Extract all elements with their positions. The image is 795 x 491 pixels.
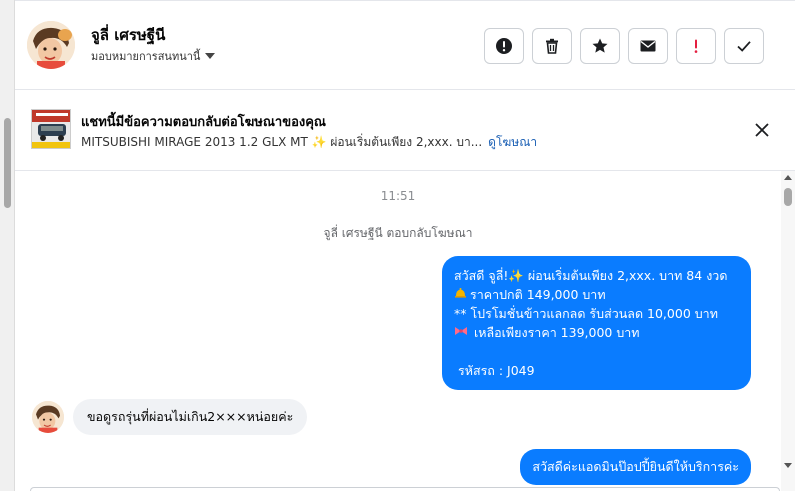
message-line-text: ราคาปกติ 149,000 บาท bbox=[470, 287, 606, 302]
exclamation-circle-icon bbox=[496, 38, 512, 54]
contact-avatar[interactable] bbox=[27, 21, 75, 69]
message-thread[interactable]: 11:51 จูลี่ เศรษฐีนี ตอบกลับโฆษณา สวัสดี… bbox=[15, 171, 781, 491]
message-line: สวัสดี จูลี่!✨ ผ่อนเริ่มต้นเพียง 2,xxx. … bbox=[454, 268, 728, 283]
envelope-icon bbox=[640, 40, 656, 52]
chat-scrollbar-thumb[interactable] bbox=[784, 188, 792, 206]
message-composer[interactable] bbox=[30, 487, 780, 491]
done-button[interactable] bbox=[484, 28, 524, 64]
left-scrollbar-thumb[interactable] bbox=[4, 118, 11, 208]
trash-icon bbox=[546, 38, 558, 54]
outgoing-message[interactable]: สวัสดี จูลี่!✨ ผ่อนเริ่มต้นเพียง 2,xxx. … bbox=[442, 256, 751, 390]
check-button[interactable] bbox=[724, 28, 764, 64]
spam-button[interactable] bbox=[676, 28, 716, 64]
left-scrollbar[interactable] bbox=[0, 0, 15, 491]
star-button[interactable] bbox=[580, 28, 620, 64]
scroll-down-icon[interactable] bbox=[784, 463, 792, 468]
contact-name: จูลี่ เศรษฐีนี bbox=[91, 26, 166, 44]
system-message: จูลี่ เศรษฐีนี ตอบกลับโฆษณา bbox=[323, 226, 473, 240]
incoming-message-row: ขอดูรถรุ่นที่ผ่อนไม่เกิน2×××หน่อยค่ะ bbox=[32, 399, 308, 435]
ribbon-icon bbox=[454, 323, 470, 342]
assign-label: มอบหมายการสนทนานี้ bbox=[91, 50, 201, 63]
message-line: ** โปรโมชั่นข้าวแลกลด รับส่วนลด 10,000 บ… bbox=[454, 306, 718, 321]
message-line-text: เหลือเพียงราคา 139,000 บาท bbox=[470, 325, 640, 340]
ad-subtitle: MITSUBISHI MIRAGE 2013 1.2 GLX MT ✨ ผ่อน… bbox=[81, 135, 483, 149]
header-actions bbox=[484, 28, 764, 64]
close-banner-button[interactable] bbox=[751, 119, 773, 141]
star-icon bbox=[592, 38, 608, 53]
view-ad-link[interactable]: ดูโฆษณา bbox=[488, 133, 537, 152]
exclamation-icon bbox=[694, 39, 698, 53]
outgoing-message[interactable]: สวัสดีค่ะแอดมินป๊อปปี้ยินดีให้บริการค่ะ bbox=[520, 449, 751, 485]
bell-icon bbox=[454, 285, 470, 304]
assign-conversation[interactable]: มอบหมายการสนทนานี้ bbox=[91, 47, 216, 65]
close-icon bbox=[755, 123, 769, 137]
message-line-bell: ราคาปกติ 149,000 บาท bbox=[454, 285, 739, 304]
message-line-ribbon: เหลือเพียงราคา 139,000 บาท bbox=[454, 323, 739, 342]
ad-subtitle-row: MITSUBISHI MIRAGE 2013 1.2 GLX MT ✨ ผ่อน… bbox=[81, 133, 537, 152]
chevron-down-icon[interactable] bbox=[205, 53, 216, 59]
ad-thumbnail[interactable] bbox=[31, 109, 71, 149]
message-line: รหัสรถ : J049 bbox=[458, 363, 535, 378]
sender-avatar[interactable] bbox=[32, 401, 64, 433]
ad-reply-banner: แชทนี้มีข้อความตอบกลับต่อโฆษณาของคุณ MIT… bbox=[15, 91, 795, 171]
delete-button[interactable] bbox=[532, 28, 572, 64]
conversation-header: จูลี่ เศรษฐีนี มอบหมายการสนทนานี้ bbox=[15, 0, 795, 90]
timestamp: 11:51 bbox=[380, 189, 416, 203]
chat-scrollbar[interactable] bbox=[781, 171, 795, 491]
ad-title: แชทนี้มีข้อความตอบกลับต่อโฆษณาของคุณ bbox=[81, 115, 326, 130]
mail-button[interactable] bbox=[628, 28, 668, 64]
scroll-up-icon[interactable] bbox=[784, 175, 792, 180]
incoming-message[interactable]: ขอดูรถรุ่นที่ผ่อนไม่เกิน2×××หน่อยค่ะ bbox=[73, 399, 308, 435]
check-icon bbox=[737, 41, 751, 52]
